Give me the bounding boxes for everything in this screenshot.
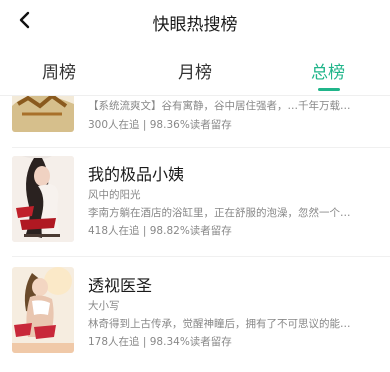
active-tab-indicator xyxy=(318,88,340,91)
list-item[interactable]: 透视医圣 大小写 林奇得到上古传承，觉醒神瞳后，拥有了不可思议的能… 178人在… xyxy=(0,259,390,372)
list-item[interactable]: 我的极品小姨 风中的阳光 李南方躺在酒店的浴缸里，正在舒服的泡澡，忽然一个… 4… xyxy=(0,148,390,268)
ranking-tabs: 周榜 月榜 总榜 xyxy=(0,52,390,96)
book-list[interactable]: 【系统流爽文】谷有寓静，谷中居住强者，…千年万载… 300人在追 | 98.36… xyxy=(0,96,390,372)
book-cover xyxy=(12,96,74,132)
book-author: 风中的阳光 xyxy=(88,189,141,201)
book-stats: 178人在追 | 98.34%读者留存 xyxy=(88,336,232,348)
book-author: 大小写 xyxy=(88,300,120,312)
book-cover xyxy=(12,156,74,242)
book-stats: 418人在追 | 98.82%读者留存 xyxy=(88,225,232,237)
book-description: 李南方躺在酒店的浴缸里，正在舒服的泡澡，忽然一个… xyxy=(88,207,351,219)
app-header: 快眼热搜榜 xyxy=(0,0,390,40)
tab-weekly[interactable]: 周榜 xyxy=(42,58,76,83)
list-item[interactable]: 【系统流爽文】谷有寓静，谷中居住强者，…千年万载… 300人在追 | 98.36… xyxy=(0,96,390,156)
book-title: 透视医圣 xyxy=(88,276,153,295)
item-divider xyxy=(12,256,390,257)
book-description: 林奇得到上古传承，觉醒神瞳后，拥有了不可思议的能… xyxy=(88,318,351,330)
book-cover xyxy=(12,267,74,353)
tab-monthly[interactable]: 月榜 xyxy=(178,58,212,83)
book-description: 【系统流爽文】谷有寓静，谷中居住强者，…千年万载… xyxy=(88,100,351,112)
book-title: 我的极品小姨 xyxy=(88,165,185,184)
book-stats: 300人在追 | 98.36%读者留存 xyxy=(88,119,232,131)
page-title: 快眼热搜榜 xyxy=(152,15,238,35)
tab-overall[interactable]: 总榜 xyxy=(311,58,345,83)
